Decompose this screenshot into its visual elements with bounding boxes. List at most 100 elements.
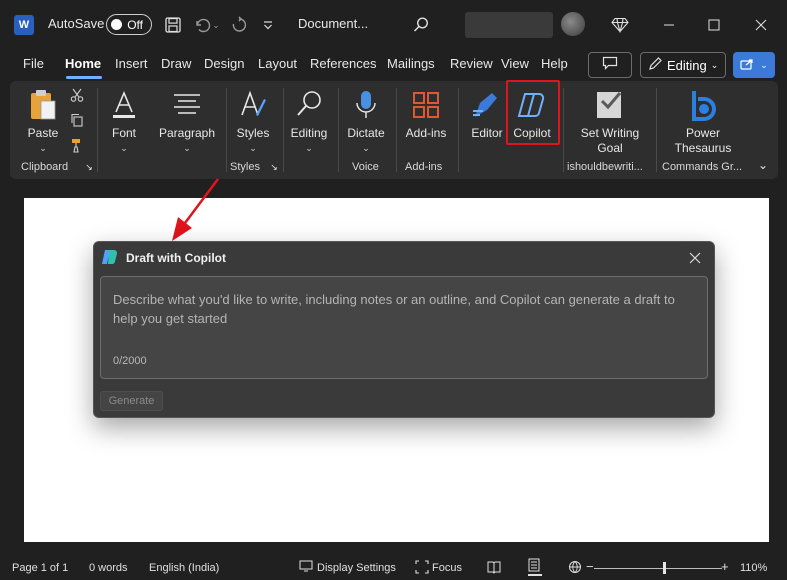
- annotation-arrow: [172, 178, 219, 241]
- read-mode-icon[interactable]: [487, 560, 501, 577]
- minimize-icon[interactable]: [658, 14, 680, 36]
- styles-button[interactable]: Styles ⌄: [233, 86, 273, 154]
- toggle-knob: [111, 19, 122, 30]
- tab-help[interactable]: Help: [541, 56, 568, 71]
- chevron-down-icon: ⌄: [39, 143, 47, 153]
- microphone-icon: [354, 86, 378, 124]
- chevron-down-icon: ⌄: [362, 143, 370, 153]
- ribbon-expand-chevron-icon[interactable]: ⌄: [756, 158, 770, 172]
- styles-launcher-icon[interactable]: ↘: [269, 162, 279, 173]
- undo-icon[interactable]: [192, 14, 212, 36]
- zoom-level[interactable]: 110%: [740, 562, 767, 574]
- editor-button[interactable]: Editor: [466, 86, 508, 141]
- page-count[interactable]: Page 1 of 1: [12, 562, 68, 574]
- styles-icon: [238, 86, 268, 124]
- writing-goal-icon: [594, 86, 626, 124]
- copy-icon[interactable]: [68, 113, 86, 127]
- display-settings-icon[interactable]: [299, 560, 313, 575]
- tab-file[interactable]: File: [23, 56, 44, 71]
- zoom-slider-track[interactable]: [594, 568, 722, 569]
- group-label-styles: Styles: [230, 161, 260, 173]
- generate-button[interactable]: Generate: [100, 391, 163, 411]
- addins-label: Add-ins: [405, 126, 447, 140]
- display-settings[interactable]: Display Settings: [317, 562, 396, 574]
- find-magnifier-icon: [294, 86, 324, 124]
- tab-draw[interactable]: Draw: [161, 56, 191, 71]
- font-label: Font: [111, 126, 136, 140]
- set-writing-goal-button[interactable]: Set Writing Goal: [570, 86, 650, 156]
- chevron-down-icon: ⌄: [305, 143, 313, 153]
- tab-mailings[interactable]: Mailings: [387, 56, 435, 71]
- paste-label: Paste: [27, 126, 59, 140]
- search-icon[interactable]: [410, 14, 432, 36]
- autosave-state: Off: [127, 17, 143, 32]
- ribbon-divider: [396, 88, 397, 172]
- chevron-down-icon: ⌄: [710, 59, 719, 70]
- power-thesaurus-label: Power Thesaurus: [674, 126, 732, 155]
- close-icon[interactable]: [686, 249, 704, 267]
- group-label-voice: Voice: [352, 161, 379, 173]
- cut-icon[interactable]: [68, 88, 86, 102]
- tab-references[interactable]: References: [310, 56, 376, 71]
- editing-mode-label: Editing: [667, 57, 707, 73]
- chevron-down-icon: ⌄: [249, 143, 257, 153]
- premium-diamond-icon[interactable]: [609, 14, 631, 36]
- active-tab-indicator: [66, 76, 102, 79]
- styles-label: Styles: [236, 126, 270, 140]
- tab-review[interactable]: Review: [450, 56, 493, 71]
- ribbon-divider: [283, 88, 284, 172]
- zoom-out-icon[interactable]: −: [586, 559, 594, 574]
- word-count[interactable]: 0 words: [89, 562, 128, 574]
- comment-icon: [602, 56, 618, 75]
- close-icon[interactable]: [750, 14, 772, 36]
- language[interactable]: English (India): [149, 562, 219, 574]
- font-icon: [110, 86, 138, 124]
- editing-button[interactable]: Editing ⌄: [288, 86, 330, 154]
- save-icon[interactable]: [162, 14, 184, 36]
- clipboard-launcher-icon[interactable]: ↘: [84, 162, 94, 173]
- tab-view[interactable]: View: [501, 56, 529, 71]
- focus-mode[interactable]: Focus: [432, 562, 462, 574]
- document-title[interactable]: Document...: [298, 16, 368, 31]
- addins-button[interactable]: Add-ins: [402, 86, 450, 141]
- title-bar: W AutoSave Off ⌄ Document...: [0, 0, 787, 50]
- pencil-icon: [647, 56, 663, 75]
- maximize-icon[interactable]: [703, 14, 725, 36]
- web-layout-icon[interactable]: [568, 560, 582, 577]
- tab-layout[interactable]: Layout: [258, 56, 297, 71]
- paste-button[interactable]: Paste ⌄: [22, 86, 64, 154]
- format-painter-icon[interactable]: [68, 137, 86, 153]
- zoom-in-icon[interactable]: +: [721, 559, 729, 574]
- zoom-slider-thumb[interactable]: [663, 562, 666, 574]
- dictate-button[interactable]: Dictate ⌄: [344, 86, 388, 154]
- chevron-down-icon: ⌄: [120, 143, 128, 153]
- copilot-highlight-box: [506, 80, 560, 145]
- group-label-ishouldbewriting: ishouldbewriti...: [567, 161, 643, 173]
- dialog-title: Draft with Copilot: [126, 251, 226, 265]
- chevron-down-icon: ⌄: [183, 143, 191, 153]
- paragraph-button[interactable]: Paragraph ⌄: [156, 86, 218, 154]
- editing-label: Editing: [290, 126, 328, 140]
- autosave-toggle[interactable]: Off: [106, 14, 152, 35]
- addins-grid-icon: [412, 86, 440, 124]
- account-name-blurred[interactable]: [465, 12, 553, 38]
- ribbon-divider: [226, 88, 227, 172]
- copilot-icon: [100, 248, 120, 266]
- comments-button[interactable]: [588, 52, 632, 78]
- ribbon-divider: [656, 88, 657, 172]
- tab-insert[interactable]: Insert: [115, 56, 148, 71]
- customize-qat-icon[interactable]: [260, 14, 276, 36]
- tab-home[interactable]: Home: [65, 56, 101, 71]
- editor-label: Editor: [471, 126, 503, 140]
- avatar[interactable]: [561, 12, 585, 36]
- share-icon: [740, 58, 754, 73]
- power-thesaurus-button[interactable]: Power Thesaurus: [662, 86, 744, 156]
- font-button[interactable]: Font ⌄: [102, 86, 146, 154]
- redo-icon[interactable]: [229, 14, 249, 36]
- focus-icon[interactable]: [415, 560, 429, 577]
- share-button[interactable]: ⌄: [733, 52, 775, 78]
- tab-design[interactable]: Design: [204, 56, 244, 71]
- editing-mode-button[interactable]: Editing ⌄: [640, 52, 726, 78]
- print-layout-icon[interactable]: [528, 558, 542, 576]
- undo-dropdown-icon[interactable]: ⌄: [211, 16, 221, 34]
